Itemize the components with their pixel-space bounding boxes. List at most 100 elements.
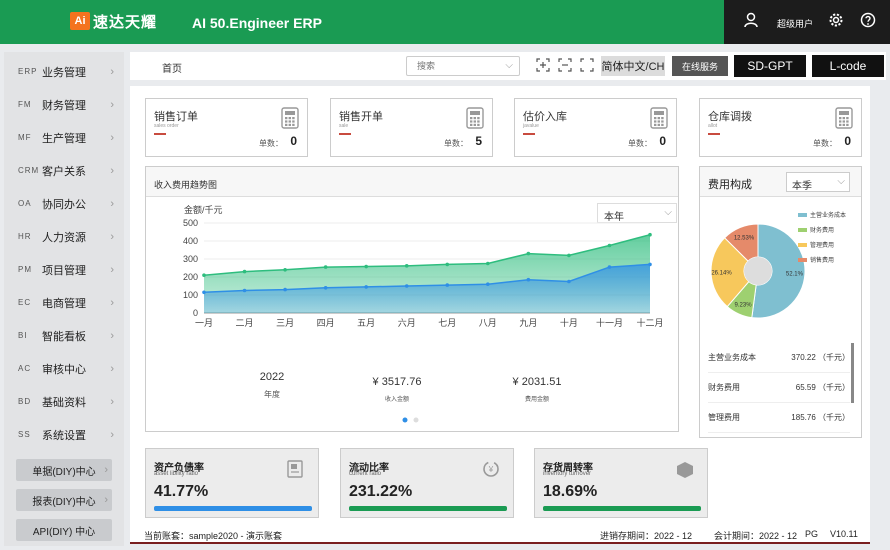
l-code-button[interactable]: L-code [812, 55, 884, 77]
sidebar-item[interactable]: OA 协同办公 › [4, 187, 124, 220]
dashboard: 销售订单 sales order 单数： 0 销售开单 sale 单数： 5 估价入库 javal… [130, 86, 870, 524]
y-tick-label: 0 [193, 308, 198, 318]
user-icon[interactable] [744, 12, 758, 28]
sidebar-item[interactable]: HR 人力资源 › [4, 220, 124, 253]
chevron-down-icon[interactable]: ⌵ [837, 176, 845, 187]
pg-label: PG [805, 529, 819, 539]
data-point[interactable] [202, 290, 206, 295]
tab-toolbar: 首页 ⌵ 简体中文/CH 在线服务 SD-GPT L-code [130, 52, 886, 80]
language-button[interactable]: 简体中文/CH [601, 56, 665, 76]
expense-range-value: 本季 [792, 181, 812, 192]
x-tick-label: 十一月 [596, 317, 623, 328]
top-right-toolbar: 超级用户 [724, 0, 890, 44]
sidebar-item[interactable]: SS 系统设置 › [4, 418, 124, 451]
user-name[interactable]: 超级用户 [777, 17, 813, 30]
sidebar-item[interactable]: EC 电商管理 › [4, 286, 124, 319]
gear-icon[interactable] [828, 12, 844, 28]
sidebar-item-label: 人力资源 [42, 231, 86, 244]
chevron-right-icon: › [110, 428, 114, 441]
tab-home[interactable]: 首页 [162, 60, 182, 75]
search-input[interactable] [407, 57, 497, 75]
kpi-card[interactable]: 存货周转率 inventory turnover 18.69% [534, 448, 708, 518]
online-service-button[interactable]: 在线服务 [672, 56, 728, 76]
chevron-right-icon: › [110, 296, 114, 309]
summary-card[interactable]: 销售开单 sale 单数： 5 [330, 98, 493, 157]
data-point[interactable] [404, 264, 409, 268]
sidebar-item[interactable]: MF 生产管理 › [4, 121, 124, 154]
x-tick-label: 十二月 [636, 317, 663, 328]
account-info: 当前账套：sample2020 - 演示账套 [144, 531, 283, 541]
exit-fullscreen-icon[interactable] [558, 58, 572, 72]
data-point[interactable] [648, 262, 652, 267]
summary-card[interactable]: 销售订单 sales order 单数： 0 [145, 98, 308, 157]
sidebar-item[interactable]: BI 智能看板 › [4, 319, 124, 352]
fullscreen-icon[interactable] [536, 58, 550, 72]
sidebar-item-label: 业务管理 [42, 66, 86, 79]
data-point[interactable] [526, 277, 531, 282]
data-point[interactable] [364, 264, 368, 269]
sidebar-item[interactable]: CRM 客户关系 › [4, 154, 124, 187]
data-point[interactable] [567, 253, 571, 258]
sidebar-item-code: AC [18, 364, 32, 373]
expense-range-select[interactable]: 本季 ⌵ [786, 172, 850, 192]
chevron-right-icon: › [110, 230, 114, 243]
expense-value: ¥ 2031.51 [512, 376, 562, 388]
legend-label: 主营业务成本 [810, 211, 846, 219]
expense-scrollbar[interactable] [851, 343, 854, 403]
sidebar-item-label: 基础资料 [42, 396, 86, 409]
summary-card[interactable]: 仓库调拨 allot 单数： 0 [699, 98, 862, 157]
summary-card[interactable]: 估价入库 javalue 单数： 0 [514, 98, 677, 157]
data-point[interactable] [242, 269, 247, 274]
data-point[interactable] [283, 287, 287, 292]
pager-dots[interactable] [402, 417, 422, 423]
data-point[interactable] [445, 262, 450, 267]
diy-center-button[interactable]: 单据(DIY)中心 › [16, 459, 112, 481]
kpi-value: 231.22% [349, 483, 413, 500]
search-box[interactable]: ⌵ [406, 56, 520, 76]
diy-center-button[interactable]: 报表(DIY)中心 › [16, 489, 112, 511]
diy-center-button[interactable]: API(DIY) 中心 [16, 519, 112, 541]
sd-gpt-button[interactable]: SD-GPT [734, 55, 806, 77]
data-point[interactable] [323, 265, 328, 269]
data-point[interactable] [486, 261, 490, 266]
pager-dot[interactable] [413, 417, 419, 423]
data-point[interactable] [486, 282, 490, 286]
sidebar-item-code: MF [18, 133, 32, 142]
calculator-icon [650, 107, 668, 129]
card-accent [523, 133, 535, 135]
data-point[interactable] [648, 232, 652, 237]
card-count-label: 单数： [628, 139, 652, 148]
expand-icon[interactable] [580, 58, 594, 72]
sidebar-item[interactable]: PM 项目管理 › [4, 253, 124, 286]
card-subtitle: sales order [154, 123, 179, 129]
sidebar-item[interactable]: BD 基础资料 › [4, 385, 124, 418]
data-point[interactable] [323, 286, 328, 290]
data-point[interactable] [526, 251, 531, 256]
pie-slice-label: 9.23% [735, 302, 753, 308]
chevron-down-icon[interactable]: ⌵ [505, 60, 513, 71]
sidebar-item-code: ERP [18, 67, 38, 76]
pie-slice-label: 26.14% [711, 270, 732, 276]
data-point[interactable] [242, 288, 247, 293]
data-point[interactable] [607, 243, 612, 248]
sidebar-item-label: 审核中心 [42, 363, 86, 376]
main-scrollbar[interactable] [876, 86, 886, 524]
data-point[interactable] [567, 279, 571, 284]
card-count-label: 单数： [444, 139, 468, 148]
pager-dot-active[interactable] [402, 417, 408, 423]
help-icon[interactable] [860, 12, 876, 28]
data-point[interactable] [445, 283, 450, 287]
sidebar-item-label: 客户关系 [42, 165, 86, 178]
data-point[interactable] [202, 273, 206, 277]
data-point[interactable] [364, 285, 368, 289]
data-point[interactable] [404, 284, 409, 288]
sidebar-item[interactable]: AC 审核中心 › [4, 352, 124, 385]
sidebar-item[interactable]: FM 财务管理 › [4, 88, 124, 121]
sidebar-item[interactable]: ERP 业务管理 › [4, 55, 124, 88]
accounting-period: 会计期间：2022 - 12 [714, 531, 798, 541]
kpi-card[interactable]: 资产负债率 asset libility ratio 41.77% [145, 448, 319, 518]
data-point[interactable] [607, 265, 612, 269]
card-title: 销售开单 [339, 111, 383, 123]
data-point[interactable] [283, 268, 287, 272]
kpi-card[interactable]: 流动比率 current ratio 231.22% ¥ [340, 448, 514, 518]
